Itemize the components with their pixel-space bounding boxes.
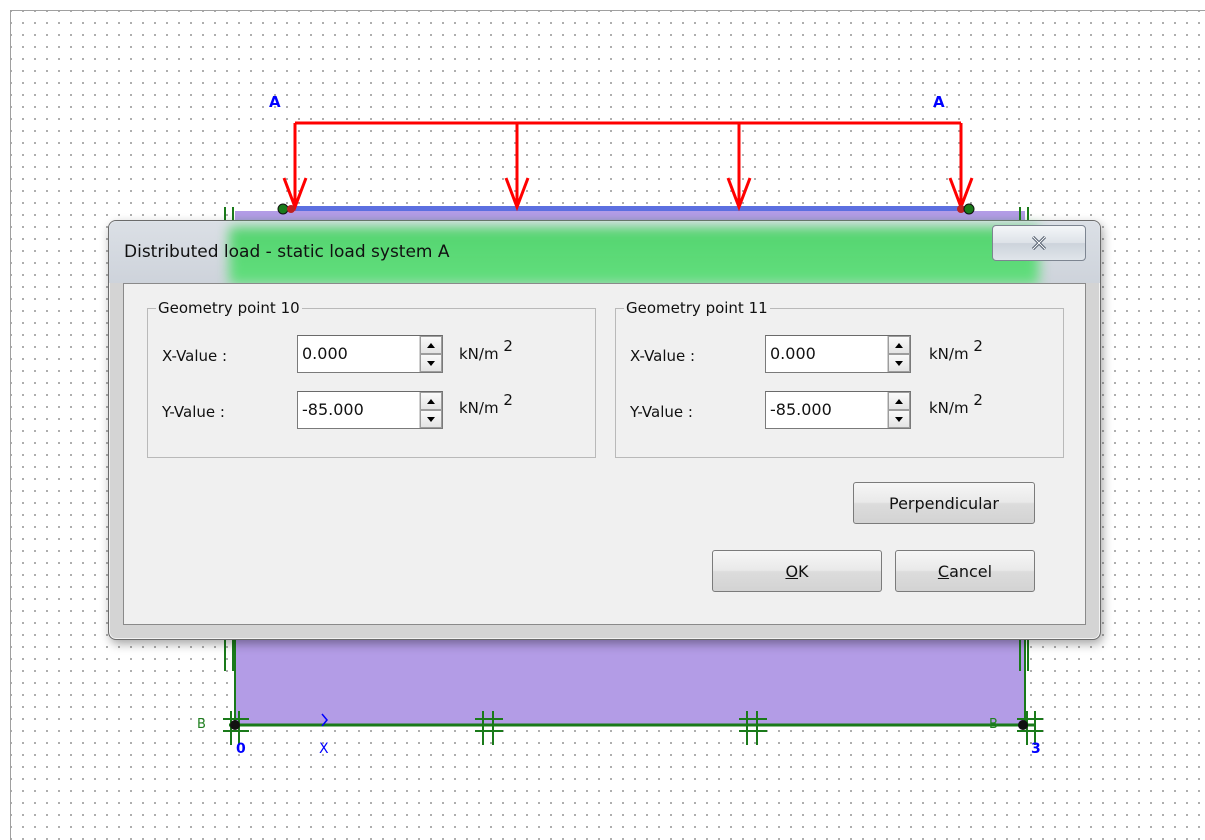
triangle-down-icon <box>427 360 435 366</box>
group-caption-right: Geometry point 11 <box>624 298 770 318</box>
y-value-input-right[interactable]: -85.000 <box>765 391 911 429</box>
load-label-right: A <box>933 93 945 111</box>
ok-button[interactable]: OK <box>712 550 882 592</box>
spin-down-button[interactable] <box>420 354 442 372</box>
spin-up-button[interactable] <box>888 392 910 410</box>
geometry-point-10[interactable] <box>277 203 289 215</box>
x-value-input-right[interactable]: 0.000 <box>765 335 911 373</box>
x-value-text-right: 0.000 <box>770 344 816 363</box>
triangle-up-icon <box>895 398 903 404</box>
spin-up-button[interactable] <box>420 336 442 354</box>
spin-up-button[interactable] <box>888 336 910 354</box>
x-unit-text-left: kN/m <box>459 345 499 363</box>
geometry-point-10-handle[interactable] <box>287 205 295 213</box>
triangle-down-icon <box>427 416 435 422</box>
ok-label-rest: K <box>798 561 809 581</box>
x-unit-left: kN/m 2 <box>459 337 513 363</box>
cancel-mnemonic: C <box>937 561 950 581</box>
perpendicular-button[interactable]: Perpendicular <box>853 482 1035 524</box>
dialog-titlebar[interactable]: Distributed load - static load system A <box>109 221 1100 285</box>
spin-up-button[interactable] <box>420 392 442 410</box>
cancel-button[interactable]: Cancel <box>895 550 1035 592</box>
y-value-input-left[interactable]: -85.000 <box>297 391 443 429</box>
ok-mnemonic: O <box>785 561 799 581</box>
y-unit-text-right: kN/m <box>929 399 969 417</box>
y-unit-exp-right: 2 <box>973 391 983 409</box>
close-button[interactable] <box>992 225 1086 261</box>
y-unit-left: kN/m 2 <box>459 391 513 417</box>
geometry-point-11[interactable] <box>963 203 975 215</box>
node-3[interactable] <box>1018 720 1028 730</box>
distributed-load[interactable] <box>282 121 974 212</box>
left-support-label: B <box>197 717 206 732</box>
triangle-up-icon <box>427 398 435 404</box>
triangle-up-icon <box>427 342 435 348</box>
x-spinner-left[interactable] <box>419 336 442 372</box>
x-value-label-left: X-Value : <box>162 347 228 365</box>
geometry-point-11-group: Geometry point 11 X-Value : 0.000 kN/m 2… <box>615 298 1064 458</box>
x-value-label-right: X-Value : <box>630 347 696 365</box>
x-unit-exp-left: 2 <box>503 337 513 355</box>
node-0[interactable] <box>230 720 240 730</box>
dialog-body: Geometry point 10 X-Value : 0.000 kN/m 2… <box>123 283 1086 625</box>
node-0-label: 0 <box>236 741 246 757</box>
y-unit-right: kN/m 2 <box>929 391 983 417</box>
axis-x-label: X <box>319 741 329 757</box>
triangle-up-icon <box>895 342 903 348</box>
group-caption-left: Geometry point 10 <box>156 298 302 318</box>
x-value-input-left[interactable]: 0.000 <box>297 335 443 373</box>
right-support-label: B <box>989 717 998 732</box>
spin-down-button[interactable] <box>888 354 910 372</box>
triangle-down-icon <box>895 416 903 422</box>
y-spinner-left[interactable] <box>419 392 442 428</box>
dialog-title: Distributed load - static load system A <box>124 242 450 262</box>
y-value-label-left: Y-Value : <box>162 403 225 421</box>
triangle-down-icon <box>895 360 903 366</box>
geometry-point-10-group: Geometry point 10 X-Value : 0.000 kN/m 2… <box>147 298 596 458</box>
y-spinner-right[interactable] <box>887 392 910 428</box>
y-unit-exp-left: 2 <box>503 391 513 409</box>
x-spinner-right[interactable] <box>887 336 910 372</box>
node-3-label: 3 <box>1031 741 1041 757</box>
y-value-text-right: -85.000 <box>770 400 832 419</box>
y-value-label-right: Y-Value : <box>630 403 693 421</box>
spin-down-button[interactable] <box>420 410 442 428</box>
x-value-text-left: 0.000 <box>302 344 348 363</box>
x-unit-exp-right: 2 <box>973 337 983 355</box>
x-unit-right: kN/m 2 <box>929 337 983 363</box>
y-unit-text-left: kN/m <box>459 399 499 417</box>
cancel-label-rest: ancel <box>949 561 993 581</box>
y-value-text-left: -85.000 <box>302 400 364 419</box>
load-label-left: A <box>269 93 281 111</box>
x-unit-text-right: kN/m <box>929 345 969 363</box>
close-icon <box>1031 236 1047 250</box>
spin-down-button[interactable] <box>888 410 910 428</box>
distributed-load-dialog: Distributed load - static load system A … <box>108 220 1101 640</box>
